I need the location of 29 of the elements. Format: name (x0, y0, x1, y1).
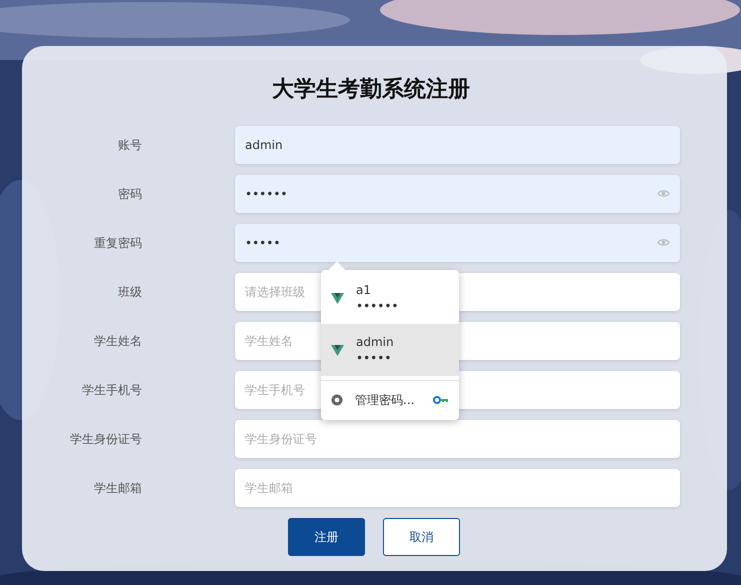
saved-password: ••••• (356, 350, 392, 366)
autofill-entry[interactable]: admin ••••• (321, 324, 459, 376)
form-title: 大学生考勤系统注册 (271, 76, 471, 104)
field-label: 密码 (117, 186, 142, 203)
field-label: 账号 (117, 137, 142, 154)
register-button[interactable]: 注册 (288, 518, 365, 556)
cancel-button[interactable]: 取消 (383, 518, 460, 556)
v-logo-icon (331, 344, 344, 356)
input-field[interactable]: admin (235, 126, 680, 164)
browser-logo-icon (331, 394, 343, 406)
input-field[interactable]: 学生邮箱 (235, 469, 680, 507)
field-label: 学生手机号 (81, 382, 142, 399)
key-icon (433, 396, 449, 404)
autofill-entry[interactable]: a1 •••••• (321, 272, 459, 324)
field-label: 重复密码 (93, 235, 142, 252)
field-label: 学生身份证号 (69, 431, 142, 448)
v-logo-icon (331, 292, 344, 304)
field-label: 班级 (117, 284, 142, 301)
saved-password: •••••• (356, 298, 398, 314)
eye-icon[interactable] (657, 189, 670, 198)
eye-icon[interactable] (657, 238, 670, 247)
field-label: 学生邮箱 (93, 480, 142, 497)
manage-passwords-link[interactable]: 管理密码... (355, 390, 414, 408)
input-field[interactable]: 学生身份证号 (235, 420, 680, 458)
password-field[interactable]: ••••• (235, 224, 680, 262)
password-field[interactable]: •••••• (235, 175, 680, 213)
saved-username: a1 (356, 282, 372, 298)
saved-username: admin (356, 334, 394, 350)
field-label: 学生姓名 (93, 333, 142, 350)
